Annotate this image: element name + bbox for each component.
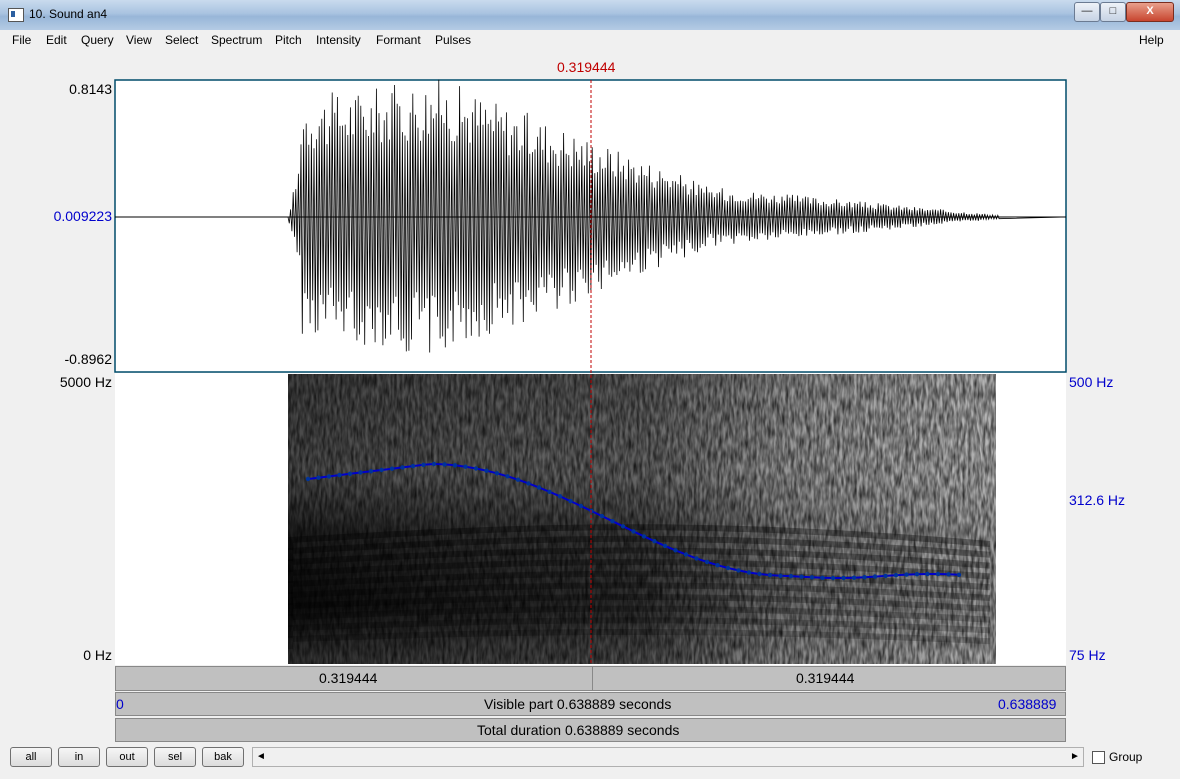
pitch-point [736,568,741,573]
pitch-point [841,575,846,581]
pitch-point [862,575,867,580]
pitch-point [484,468,489,473]
pitch-point [431,461,437,467]
pitch-point [725,565,731,571]
pitch-point [578,503,584,509]
pitch-point [820,575,825,580]
pitch-point [830,575,836,581]
pitch-point [809,575,815,580]
analysis-canvas[interactable] [0,0,1180,779]
pitch-point [662,543,668,549]
pitch-point [641,534,647,539]
pitch-point [421,462,426,467]
pitch-point [872,574,878,579]
pitch-point [631,529,636,534]
pitch-point [694,556,699,561]
zoom-out-button[interactable]: out [106,747,148,767]
waveform-ymin-label: -0.8962 [64,351,112,367]
pitch-mid-label: 312.6 Hz [1069,492,1126,508]
waveform-yzero-label: 0.009223 [53,208,112,224]
pitch-point [379,467,384,473]
segment-left-label: 0.319444 [319,670,378,686]
group-checkbox[interactable] [1092,751,1105,764]
waveform-ymax-label: 0.8143 [69,81,112,97]
pitch-point [788,573,794,579]
pitch-point [883,573,888,579]
pitch-point [337,472,342,478]
pitch-point [442,462,447,467]
zoom-selection-button[interactable]: sel [154,747,196,767]
zoom-all-button[interactable]: all [10,747,52,767]
pitch-point [746,570,752,575]
pitch-point [557,494,563,499]
pitch-point [757,571,762,577]
pitch-point [799,574,804,579]
pitch-point [400,465,405,470]
group-label: Group [1109,750,1143,764]
pitch-point [410,463,416,469]
pitch-point [547,489,552,494]
pitch-point [568,498,573,504]
pitch-point [463,464,468,469]
pitch-point [851,575,857,580]
pitch-point [368,469,374,474]
visible-start-label: 0 [116,696,124,712]
pitch-point [673,548,678,553]
pitch-point [473,466,479,471]
pitch-top-label: 500 Hz [1069,374,1114,390]
total-duration-label: Total duration 0.638889 seconds [477,722,680,738]
pitch-point [305,476,311,482]
pitch-point [935,571,941,577]
visible-part-bar[interactable]: Visible part 0.638889 seconds [115,692,1066,716]
pitch-point [599,513,605,519]
spectrogram-freq-bottom-label: 0 Hz [83,647,112,663]
pitch-point [620,524,626,529]
pitch-point [326,474,332,479]
pitch-point [767,572,773,578]
cursor-time-label: 0.319444 [557,59,616,75]
time-scrollbar[interactable]: ◄ ► [252,747,1084,767]
spectrogram-image [288,374,996,664]
pitch-point [316,475,321,480]
pitch-bottom-label: 75 Hz [1069,647,1106,663]
segment-bar: 0.319444 0.319444 [115,666,1066,691]
pitch-point [536,485,542,490]
total-duration-bar[interactable]: Total duration 0.638889 seconds [115,718,1066,742]
pitch-point [904,572,909,577]
visible-end-label: 0.638889 [998,696,1057,712]
pitch-point [389,466,395,471]
pitch-point [358,470,363,475]
pitch-point [956,572,962,577]
scroll-left-icon[interactable]: ◄ [253,748,269,766]
segment-right[interactable]: 0.319444 [593,667,1065,690]
zoom-in-button[interactable]: in [58,747,100,767]
segment-right-label: 0.319444 [796,670,855,686]
pitch-point [652,539,657,544]
pitch-point [347,471,353,476]
spectrogram-freq-top-label: 5000 Hz [59,374,112,390]
visible-part-label: Visible part 0.638889 seconds [484,696,672,712]
pitch-point [893,573,899,578]
pitch-point [704,559,710,565]
zoom-back-button[interactable]: bak [202,747,244,767]
pitch-point [925,571,930,577]
pitch-point [505,474,510,479]
pitch-point [515,477,521,482]
pitch-point [526,481,531,486]
segment-left[interactable]: 0.319444 [116,667,593,690]
scroll-right-icon[interactable]: ► [1067,748,1083,766]
pitch-point [778,573,783,578]
pitch-point [914,572,920,577]
pitch-point [683,552,689,557]
pitch-point [715,563,720,568]
pitch-point [610,519,615,524]
pitch-point [946,572,951,577]
pitch-point [452,463,458,468]
pitch-point [494,471,500,476]
